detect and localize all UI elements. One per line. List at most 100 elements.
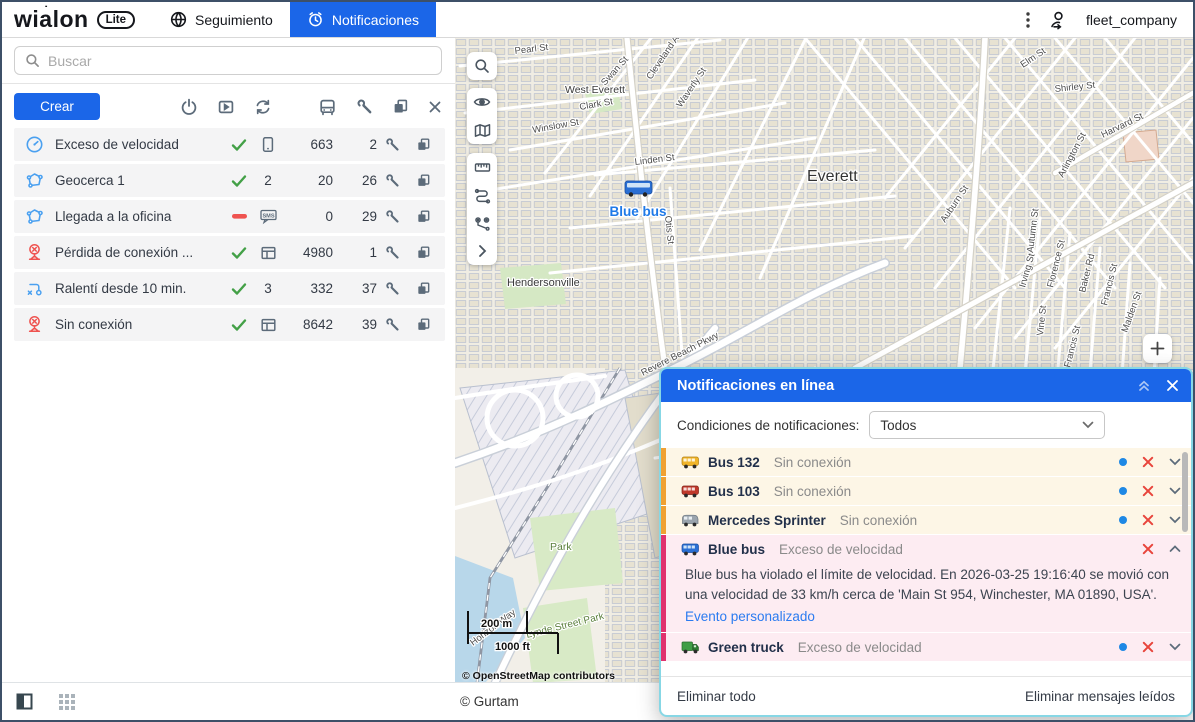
expand-chevron-icon[interactable]	[1169, 458, 1181, 466]
message-row-expanded[interactable]: Blue bus Exceso de velocidad Blue bus ha…	[661, 535, 1191, 632]
collapse-chevron-icon[interactable]	[1169, 545, 1181, 553]
distance-nodes-icon[interactable]	[467, 209, 497, 237]
message-row[interactable]: Bus 103 Sin conexión	[661, 477, 1191, 505]
enabled-check-icon[interactable]	[227, 282, 251, 296]
visibility-eye-icon[interactable]	[467, 88, 497, 116]
expand-chevron-right-icon[interactable]	[467, 237, 497, 265]
blue-bus-icon	[679, 543, 701, 556]
tab-seguimiento[interactable]: Seguimiento	[153, 2, 290, 37]
online-panel-icon	[251, 317, 285, 333]
custom-event-link[interactable]: Evento personalizado	[679, 605, 1181, 624]
tab-notificaciones[interactable]: Notificaciones	[290, 2, 436, 37]
event-type: Exceso de velocidad	[779, 542, 1110, 557]
expand-chevron-icon[interactable]	[1169, 487, 1181, 495]
power-toggle-icon[interactable]	[180, 98, 198, 116]
wrench-icon[interactable]	[356, 98, 373, 115]
enabled-check-icon[interactable]	[227, 318, 251, 332]
rule-row-sin-conexion[interactable]: Sin conexión 8642 39	[14, 308, 445, 341]
message-row[interactable]: Bus 132 Sin conexión	[661, 448, 1191, 476]
app-logo: wialon˙ Lite	[2, 2, 153, 37]
expand-chevron-icon[interactable]	[1169, 643, 1181, 651]
popup-header[interactable]: Notificaciones en línea	[661, 369, 1191, 402]
units-count: 29	[333, 209, 377, 224]
gurtam-copyright[interactable]: © Gurtam	[460, 694, 519, 709]
duplicate-icon[interactable]	[408, 173, 439, 188]
kebab-menu-icon[interactable]	[1026, 11, 1030, 29]
enabled-check-icon[interactable]	[227, 174, 251, 188]
rule-row-llegada[interactable]: Llegada a la oficina SMS 0 29	[14, 200, 445, 233]
top-bar: wialon˙ Lite Seguimiento Notificaciones …	[2, 2, 1193, 38]
zoom-in-button[interactable]	[1143, 334, 1172, 363]
popup-close-icon[interactable]	[1166, 379, 1179, 392]
delete-message-icon[interactable]	[1142, 514, 1154, 526]
connection-loss-icon	[24, 243, 44, 262]
user-switch-icon[interactable]	[1048, 10, 1068, 30]
search-box[interactable]	[14, 46, 442, 75]
ruler-icon[interactable]	[467, 153, 497, 181]
duplicate-icon[interactable]	[408, 281, 439, 296]
clear-all-button[interactable]: Eliminar todo	[677, 689, 756, 704]
popup-scrollbar[interactable]	[1182, 452, 1188, 532]
duplicate-icon[interactable]	[408, 209, 439, 224]
map-tools-card	[467, 153, 497, 265]
create-button[interactable]: Crear	[14, 93, 100, 120]
notification-rules-list: Exceso de velocidad 663 2 Geocerca 1	[14, 128, 445, 341]
map-search-icon[interactable]	[467, 52, 497, 80]
delete-message-icon[interactable]	[1142, 543, 1154, 555]
triggered-count: 332	[285, 281, 333, 296]
popup-filter-row: Condiciones de notificaciones: Todos	[661, 402, 1191, 448]
copy-icon[interactable]	[392, 98, 409, 115]
map-search-card	[467, 52, 497, 80]
map-attribution[interactable]: © OpenStreetMap contributors	[462, 670, 615, 682]
video-panel-icon[interactable]	[217, 98, 235, 116]
duplicate-icon[interactable]	[408, 245, 439, 260]
filter-selected-value: Todos	[880, 418, 916, 433]
triggered-count: 4980	[285, 245, 333, 260]
edit-wrench-icon[interactable]	[377, 209, 408, 224]
map-layers-icon[interactable]	[467, 116, 497, 144]
duplicate-icon[interactable]	[408, 137, 439, 152]
clear-read-button[interactable]: Eliminar mensajes leídos	[1025, 689, 1175, 704]
rule-row-perdida-conexion[interactable]: Pérdida de conexión ... 4980 1	[14, 236, 445, 269]
message-row[interactable]: Mercedes Sprinter Sin conexión	[661, 506, 1191, 534]
units-count: 2	[333, 137, 377, 152]
apps-grid-icon[interactable]	[59, 694, 75, 710]
online-panel-icon	[251, 245, 285, 261]
message-row[interactable]: Green truck Exceso de velocidad	[661, 633, 1191, 661]
sync-icon[interactable]	[254, 98, 272, 116]
geofence-icon	[24, 207, 44, 226]
sms-delivery-icon: SMS	[251, 208, 285, 225]
enabled-check-icon[interactable]	[227, 138, 251, 152]
units-count: 26	[333, 173, 377, 188]
vehicle-name: Green truck	[708, 640, 784, 655]
delete-message-icon[interactable]	[1142, 456, 1154, 468]
rule-name: Llegada a la oficina	[55, 209, 227, 224]
duplicate-icon[interactable]	[408, 317, 439, 332]
unit-marker-blue-bus[interactable]	[625, 181, 652, 197]
rule-name: Pérdida de conexión ...	[55, 245, 227, 260]
edit-wrench-icon[interactable]	[377, 173, 408, 188]
edit-wrench-icon[interactable]	[377, 281, 408, 296]
edit-wrench-icon[interactable]	[377, 137, 408, 152]
track-route-icon[interactable]	[467, 181, 497, 209]
disabled-minus-icon[interactable]	[227, 214, 251, 219]
collapse-icon[interactable]	[1138, 379, 1150, 392]
sidebar-toggle-icon[interactable]	[16, 693, 33, 710]
gray-van-icon	[679, 514, 701, 527]
enabled-check-icon[interactable]	[227, 246, 251, 260]
rule-row-exceso[interactable]: Exceso de velocidad 663 2	[14, 128, 445, 161]
close-icon[interactable]	[428, 100, 442, 114]
rule-row-ralenti[interactable]: Ralentí desde 10 min. 3 332 37	[14, 272, 445, 305]
rule-row-geocerca[interactable]: Geocerca 1 2 20 26	[14, 164, 445, 197]
green-truck-icon	[679, 641, 701, 654]
vehicle-icon[interactable]	[318, 98, 337, 116]
edit-wrench-icon[interactable]	[377, 317, 408, 332]
search-input[interactable]	[48, 53, 431, 69]
filter-select[interactable]: Todos	[869, 411, 1105, 439]
delete-message-icon[interactable]	[1142, 485, 1154, 497]
expand-chevron-icon[interactable]	[1169, 516, 1181, 524]
delete-message-icon[interactable]	[1142, 641, 1154, 653]
edit-wrench-icon[interactable]	[377, 245, 408, 260]
account-name[interactable]: fleet_company	[1086, 12, 1177, 28]
map-visibility-card	[467, 88, 497, 144]
